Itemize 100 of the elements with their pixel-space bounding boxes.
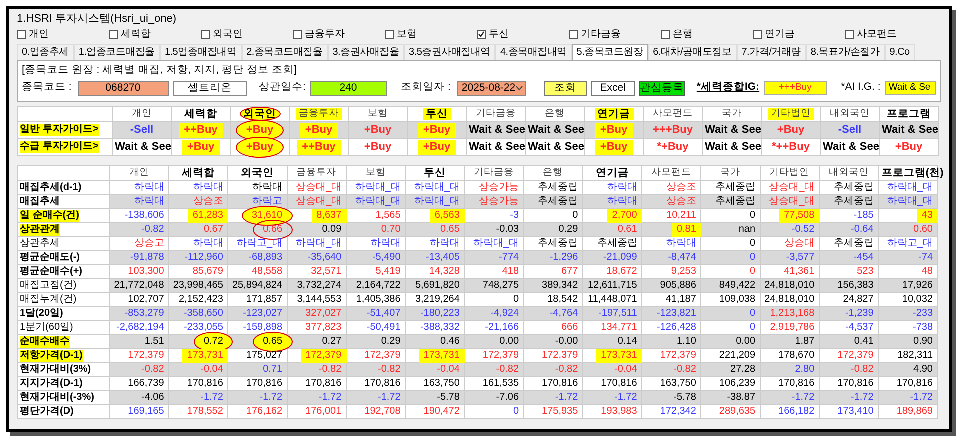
- cell-value: 11,448,071: [587, 294, 638, 306]
- cell-value: 0.00: [735, 336, 757, 348]
- filter-checkbox[interactable]: 개인: [17, 26, 109, 42]
- cell-value: -3,577: [785, 252, 816, 264]
- cell-value: 0.81: [676, 224, 698, 236]
- cell-value: -0.82: [318, 364, 343, 376]
- tab[interactable]: 1.업종코드매집율: [74, 44, 160, 60]
- cell-value: 하락대: [606, 196, 638, 208]
- cell-value: 0: [749, 266, 757, 278]
- cell-value: 1.51: [144, 336, 166, 348]
- filter-checkbox[interactable]: 세력합: [109, 26, 201, 42]
- date-dropdown[interactable]: 2025-08-22: [456, 80, 526, 96]
- field-label: *AI I.G. :: [841, 80, 881, 96]
- tab[interactable]: 5.종목코드원장: [572, 44, 648, 60]
- guide-value: Wait & See: [881, 124, 940, 136]
- row-label: 매집추세: [20, 196, 60, 208]
- cell-value: 905,886: [659, 280, 698, 292]
- cell-value: 178,552: [186, 406, 224, 418]
- field-label: *세력종합IG:: [696, 80, 760, 96]
- cell-value: -358,650: [182, 308, 224, 320]
- cell-value: 85,679: [192, 266, 224, 278]
- field-label: 종목코드 :: [22, 80, 72, 96]
- cell-value: 182,311: [896, 350, 934, 362]
- tab[interactable]: 4.종목매집내역: [495, 44, 572, 60]
- column-header: 개인: [128, 167, 150, 179]
- filter-checkbox[interactable]: 기타금융: [569, 26, 661, 42]
- cell-value: -50,491: [366, 322, 402, 334]
- cell-value: 169,165: [127, 406, 166, 418]
- excel-button[interactable]: Excel: [591, 80, 635, 96]
- cell-value: 170,816: [364, 378, 402, 390]
- guide-value: Wait & See: [822, 140, 880, 152]
- cell-value: 0.00: [498, 336, 520, 348]
- tab[interactable]: 0.업종추세: [17, 44, 74, 60]
- cell-value: -123,027: [242, 308, 284, 320]
- cell-value: 172,379: [364, 350, 402, 362]
- tab[interactable]: 3.증권사매집율: [328, 44, 404, 60]
- tab[interactable]: 1.5업종매집내역: [160, 44, 242, 60]
- guide-value: +Buy: [599, 140, 629, 152]
- filter-checkbox[interactable]: 보험: [385, 26, 477, 42]
- cell-value: 하락대: [665, 238, 698, 250]
- cell-value: -0.04: [200, 364, 224, 376]
- column-header: 투신: [423, 108, 451, 120]
- cell-value: 377,823: [304, 322, 343, 334]
- cell-value: 170,816: [186, 378, 224, 390]
- tab[interactable]: 7.가격/거래량: [736, 44, 806, 60]
- cell-value: 172,379: [304, 350, 343, 362]
- cell-value: 0.14: [616, 336, 638, 348]
- filter-checkbox[interactable]: 은행: [661, 26, 753, 42]
- cell-value: 10,032: [901, 294, 934, 306]
- cell-value: 하락대_대: [886, 182, 934, 194]
- cell-value: -5.78: [436, 392, 461, 404]
- name-field[interactable]: 셀트리온: [172, 80, 247, 96]
- cell-value: -774: [498, 252, 520, 264]
- cell-value: 221,209: [718, 350, 757, 362]
- cell-value: 추세중립: [832, 196, 875, 208]
- cell-value: 3,144,553: [296, 294, 343, 306]
- filter-checkbox[interactable]: 사모펀드: [845, 26, 937, 42]
- cell-value: 하락고_대: [886, 238, 934, 250]
- cell-value: 0: [512, 406, 520, 418]
- cell-value: 추세중립: [714, 182, 757, 194]
- code-field[interactable]: 068270: [78, 80, 169, 96]
- cell-value: 하락대: [133, 196, 166, 208]
- days-field[interactable]: 240: [310, 80, 388, 96]
- column-header: 국가: [721, 108, 743, 120]
- cell-value: -0.82: [672, 364, 698, 376]
- cell-value: 156,383: [836, 280, 875, 292]
- cell-value: 24,827: [842, 294, 875, 306]
- cell-value: 666: [560, 322, 580, 334]
- cell-value: 41,187: [664, 294, 698, 306]
- cell-value: -454: [852, 252, 875, 264]
- row-label: 현재가대비(-3%): [20, 392, 94, 404]
- tab[interactable]: 2.종목코드매집율: [242, 44, 328, 60]
- cell-value: 166,739: [127, 378, 166, 390]
- cell-value: -0.52: [790, 224, 816, 236]
- cell-value: 0.72: [202, 336, 224, 348]
- guide-value: -Sell: [837, 124, 863, 136]
- cell-value: 상승대_대: [295, 182, 343, 194]
- watch-button[interactable]: 관심등록: [638, 80, 685, 96]
- cell-value: 14,328: [428, 266, 461, 278]
- cell-value: -8,474: [667, 252, 698, 264]
- cell-value: -4,924: [490, 308, 520, 320]
- filter-checkbox[interactable]: 금융투자: [293, 26, 385, 42]
- filter-checkbox[interactable]: 투신: [477, 26, 569, 42]
- cell-value: 170,816: [245, 378, 284, 390]
- filter-checkbox[interactable]: 외국인: [201, 26, 293, 42]
- cell-value: 하락대_대: [354, 196, 402, 208]
- guide-value: +++Buy: [652, 124, 694, 136]
- tab[interactable]: 6.대차/공매도정보: [648, 44, 737, 60]
- search-button[interactable]: 조회: [544, 80, 588, 96]
- tab[interactable]: 8.목표가/손절가: [806, 44, 885, 60]
- cell-value: -21,099: [602, 252, 638, 264]
- filter-checkbox[interactable]: 연기금: [753, 26, 845, 42]
- field-label: 상관일수:: [258, 80, 306, 96]
- tab[interactable]: 9.Co: [884, 44, 915, 60]
- tab[interactable]: 3.5증권사매집내역: [404, 44, 496, 60]
- guide-value: +Buy: [363, 140, 393, 152]
- cell-value: 523: [856, 266, 875, 278]
- cell-value: 하락대: [370, 238, 402, 250]
- row-label: 순매수배수: [20, 336, 70, 348]
- cell-value: 상승조: [665, 182, 698, 194]
